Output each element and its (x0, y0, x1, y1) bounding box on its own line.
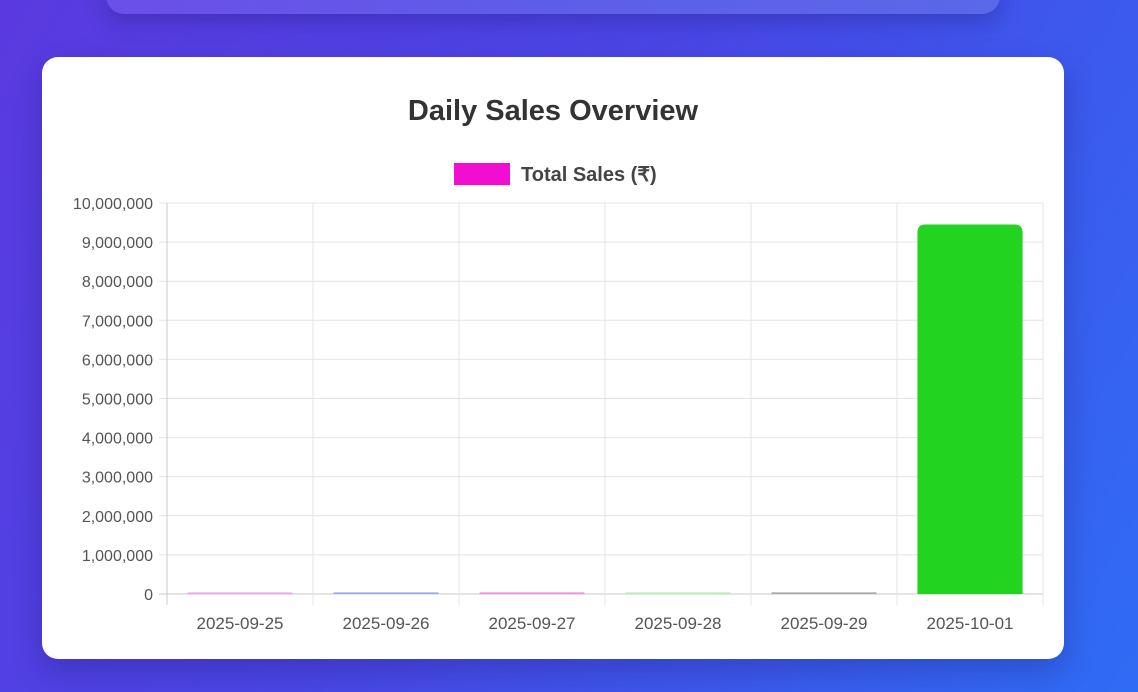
bar-2025-09-27 (479, 592, 585, 594)
x-tick-label: 2025-09-25 (197, 614, 284, 633)
x-tick-label: 2025-10-01 (927, 614, 1014, 633)
y-tick-label: 3,000,000 (82, 470, 153, 487)
bar-2025-09-29 (771, 592, 877, 594)
chart-card: Daily Sales Overview Total Sales (₹) 0 1,… (42, 57, 1064, 659)
bar-2025-09-28 (625, 592, 731, 594)
x-tick-label: 2025-09-29 (781, 614, 868, 633)
y-tick-label: 7,000,000 (82, 313, 153, 330)
y-tick-label: 8,000,000 (82, 274, 153, 291)
top-panel (106, 0, 1000, 14)
x-tick-label: 2025-09-27 (489, 614, 576, 633)
y-tick-label: 2,000,000 (82, 509, 153, 526)
y-tick-label: 1,000,000 (82, 548, 153, 565)
y-tick-label: 6,000,000 (82, 352, 153, 369)
y-tick-label: 10,000,000 (73, 196, 153, 213)
bar-2025-10-01 (917, 224, 1023, 594)
bar-chart: 0 1,000,000 2,000,000 3,000,000 4,000,000 5,0… (73, 196, 1044, 633)
x-tick-label: 2025-09-26 (343, 614, 430, 633)
x-tick-label: 2025-09-28 (635, 614, 722, 633)
y-tick-label: 4,000,000 (82, 431, 153, 448)
bar-2025-09-26 (333, 592, 439, 594)
y-tick-label: 5,000,000 (82, 392, 153, 409)
y-tick-label: 9,000,000 (82, 235, 153, 252)
y-tick-label: 0 (144, 587, 153, 604)
bar-2025-09-25 (187, 592, 293, 594)
